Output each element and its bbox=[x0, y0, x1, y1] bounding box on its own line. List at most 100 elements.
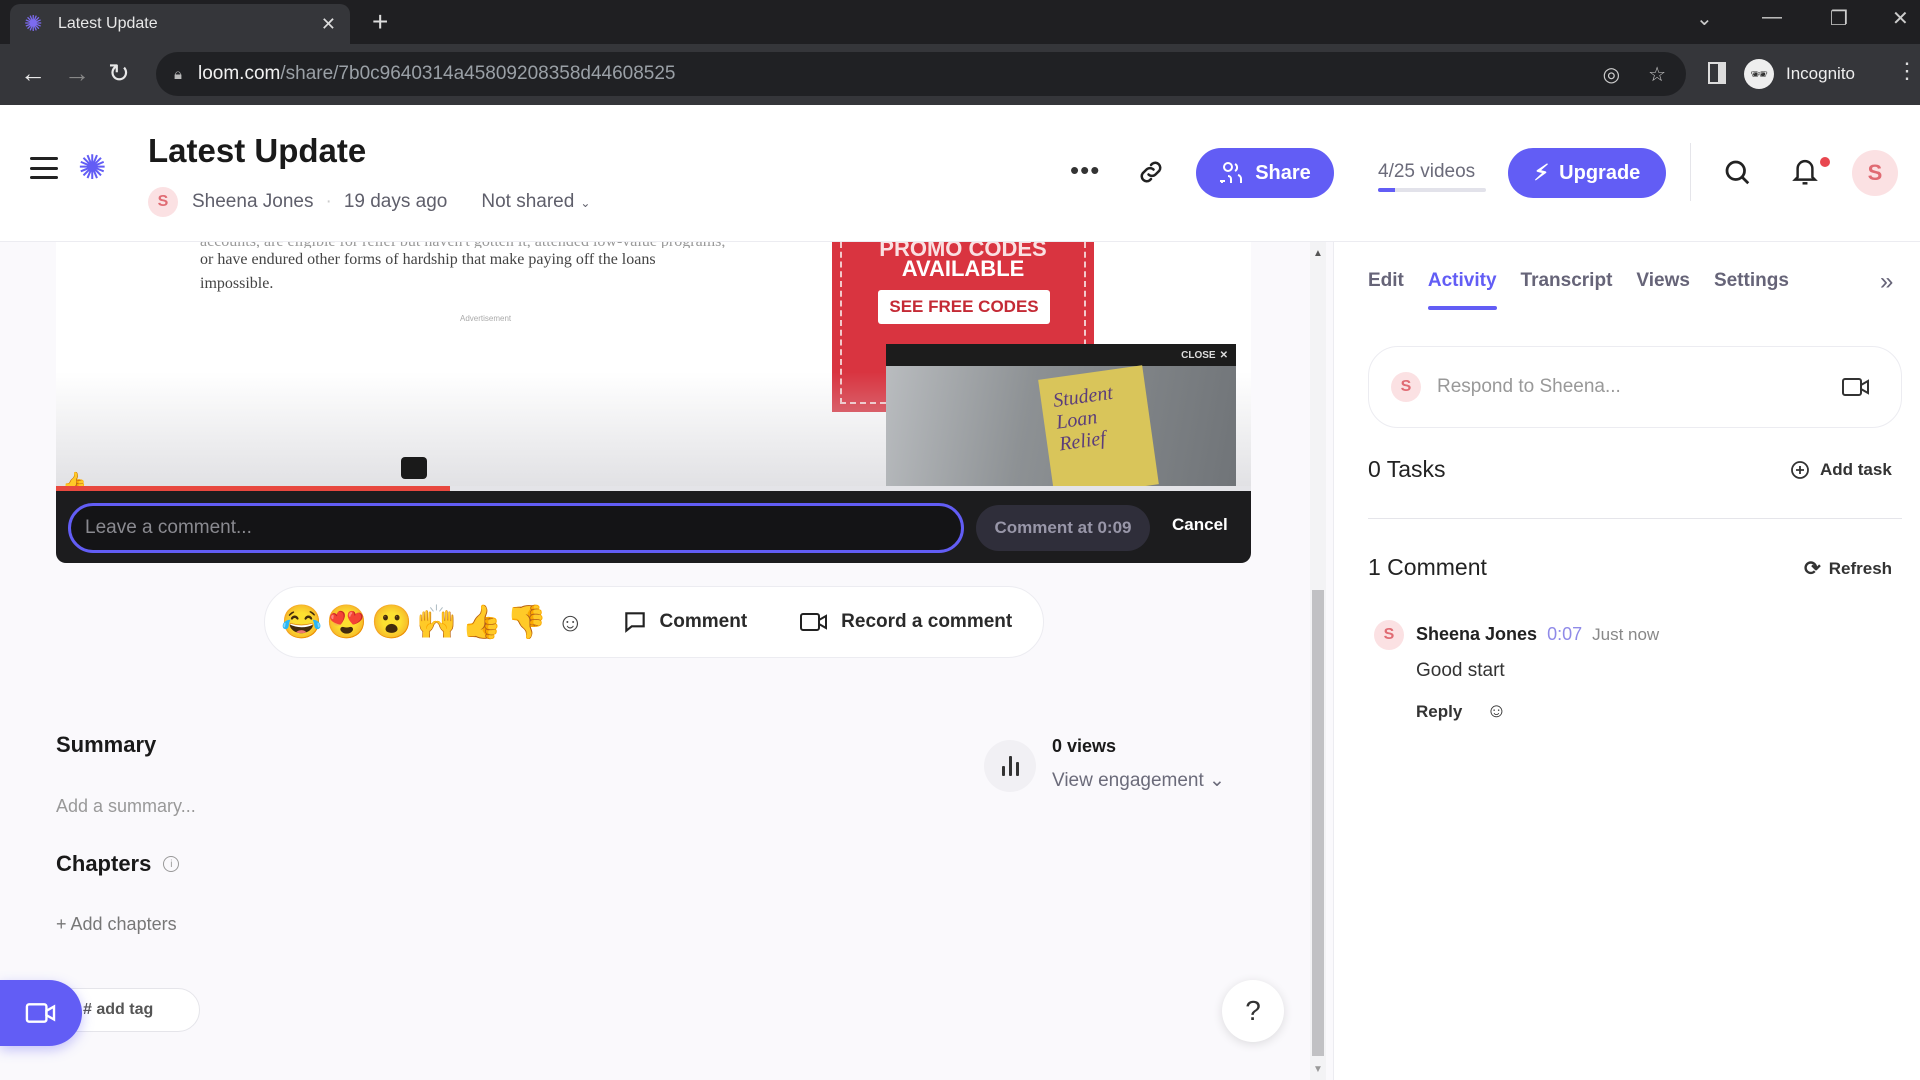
incognito-indicator[interactable]: 🕶︎ Incognito bbox=[1744, 53, 1855, 95]
activity-panel: Edit Activity Transcript Views Settings … bbox=[1334, 242, 1920, 1080]
forward-button[interactable]: → bbox=[64, 56, 90, 90]
notification-bell-icon[interactable] bbox=[1790, 155, 1820, 187]
comment-at-time-button[interactable]: Comment at 0:09 bbox=[976, 505, 1150, 551]
tab-views[interactable]: Views bbox=[1636, 270, 1690, 310]
lightning-icon: ⚡︎ bbox=[1533, 160, 1550, 185]
close-icon: ✕ bbox=[1219, 349, 1228, 361]
video-frame-article: accounts, are eligible for relief but ha… bbox=[200, 242, 800, 296]
user-avatar[interactable]: S bbox=[1852, 150, 1898, 196]
video-camera-icon[interactable] bbox=[1841, 375, 1871, 399]
loom-logo-icon[interactable]: ✺ bbox=[78, 151, 107, 185]
video-quota[interactable]: 4/25 videos bbox=[1378, 161, 1475, 183]
tab-activity[interactable]: Activity bbox=[1427, 270, 1497, 310]
scroll-up-arrow-icon[interactable]: ▲ bbox=[1313, 248, 1323, 259]
advertisement-label: Advertisement bbox=[460, 314, 512, 323]
eye-off-icon[interactable]: ◎ bbox=[1603, 62, 1620, 87]
minimize-window-button[interactable]: — bbox=[1762, 6, 1782, 29]
comment-timestamp-link[interactable]: 0:07 bbox=[1547, 624, 1582, 644]
add-task-button[interactable]: Add task bbox=[1790, 460, 1892, 480]
summary-input[interactable]: Add a summary... bbox=[56, 796, 196, 817]
search-icon[interactable] bbox=[1722, 157, 1752, 187]
record-comment-button[interactable]: Record a comment bbox=[799, 610, 1012, 634]
help-button[interactable]: ? bbox=[1222, 980, 1284, 1042]
copy-link-icon[interactable] bbox=[1136, 157, 1166, 187]
reaction-bar: 😂 😍 😮 🙌 👍 👎 ☺︎ Comment Record a comment bbox=[264, 586, 1044, 658]
record-video-fab[interactable] bbox=[0, 980, 82, 1046]
reply-button[interactable]: Reply bbox=[1416, 702, 1462, 722]
chevron-down-icon: ⌄ bbox=[580, 196, 591, 210]
close-window-button[interactable]: ✕ bbox=[1892, 6, 1909, 31]
add-reaction-icon[interactable]: ☺︎ bbox=[557, 607, 584, 638]
article-line: or have endured other forms of hardship … bbox=[200, 251, 656, 268]
comments-heading: 1 Comment bbox=[1368, 554, 1487, 580]
comment-header: Sheena Jones 0:07 Just now bbox=[1416, 624, 1659, 645]
comment-time: Just now bbox=[1592, 625, 1660, 644]
tab-edit[interactable]: Edit bbox=[1368, 270, 1404, 310]
promo-button: SEE FREE CODES bbox=[878, 290, 1050, 324]
protest-sign: Student Loan Relief bbox=[1038, 365, 1159, 499]
emoji-thumbs-down-button[interactable]: 👎 bbox=[504, 603, 549, 642]
respond-input[interactable] bbox=[1437, 376, 1817, 398]
comment-marker-icon[interactable] bbox=[401, 457, 427, 479]
plus-circle-icon bbox=[1791, 461, 1809, 479]
tab-settings[interactable]: Settings bbox=[1714, 270, 1789, 310]
view-engagement-dropdown[interactable]: View engagement ⌄ bbox=[1052, 769, 1225, 792]
comment-bar: Comment at 0:09 Cancel bbox=[56, 491, 1251, 563]
new-tab-button[interactable]: + bbox=[372, 6, 388, 38]
browser-tab[interactable]: ✺ Latest Update ✕ bbox=[10, 4, 350, 44]
scroll-down-arrow-icon[interactable]: ▼ bbox=[1313, 1064, 1323, 1075]
restore-window-button[interactable]: ❐ bbox=[1830, 6, 1848, 31]
video-age: 19 days ago bbox=[343, 191, 448, 212]
more-options-button[interactable]: ••• bbox=[1070, 157, 1100, 183]
back-button[interactable]: ← bbox=[20, 56, 46, 90]
menu-icon[interactable] bbox=[30, 157, 58, 179]
author-avatar: S bbox=[148, 187, 178, 217]
collapse-panel-icon[interactable]: » bbox=[1880, 268, 1893, 296]
notification-dot bbox=[1820, 157, 1830, 167]
video-player[interactable]: accounts, are eligible for relief but ha… bbox=[56, 242, 1251, 563]
scrollbar-thumb[interactable] bbox=[1312, 590, 1324, 1056]
tab-search-icon[interactable]: ⌄ bbox=[1696, 6, 1713, 31]
close-tab-icon[interactable]: ✕ bbox=[321, 14, 336, 35]
video-camera-icon bbox=[25, 1003, 56, 1023]
main-content: accounts, are eligible for relief but ha… bbox=[0, 242, 1310, 1080]
add-task-label: Add task bbox=[1820, 460, 1892, 479]
emoji-surprised-button[interactable]: 😮 bbox=[369, 603, 414, 642]
cancel-button[interactable]: Cancel bbox=[1172, 515, 1228, 535]
address-bar[interactable]: 🔒︎ loom.com/share/7b0c9640314a4580920835… bbox=[156, 52, 1686, 96]
author-name[interactable]: Sheena Jones bbox=[192, 191, 314, 213]
views-chart-icon bbox=[984, 740, 1036, 792]
reload-button[interactable]: ↻ bbox=[108, 56, 130, 90]
info-icon[interactable]: i bbox=[163, 856, 180, 872]
refresh-label: Refresh bbox=[1828, 558, 1893, 578]
record-comment-label: Record a comment bbox=[841, 611, 1013, 632]
tab-transcript[interactable]: Transcript bbox=[1521, 270, 1613, 310]
page-title[interactable]: Latest Update bbox=[148, 132, 366, 170]
url-path: /share/7b0c9640314a45809208358d44608525 bbox=[280, 63, 676, 84]
share-button[interactable]: Share bbox=[1196, 148, 1334, 198]
emoji-raised-hands-button[interactable]: 🙌 bbox=[414, 603, 459, 642]
add-reaction-icon[interactable]: ☺︎ bbox=[1486, 700, 1506, 723]
main-scrollbar[interactable]: ▲ ▼ bbox=[1310, 242, 1326, 1080]
emoji-thumbs-up-button[interactable]: 👍 bbox=[459, 603, 504, 642]
sharing-status-dropdown[interactable]: Not shared ⌄ bbox=[481, 191, 590, 213]
side-panel-icon[interactable] bbox=[1708, 62, 1726, 84]
comment-author: Sheena Jones bbox=[1416, 624, 1538, 644]
emoji-laugh-button[interactable]: 😂 bbox=[279, 603, 324, 642]
browser-toolbar: ← → ↻ 🔒︎ loom.com/share/7b0c9640314a4580… bbox=[0, 44, 1920, 105]
emoji-heart-eyes-button[interactable]: 😍 bbox=[324, 603, 369, 642]
comment-input[interactable] bbox=[68, 503, 964, 553]
chapters-heading-label: Chapters bbox=[56, 851, 152, 876]
browser-menu-icon[interactable]: ⋮ bbox=[1896, 58, 1918, 84]
respond-box[interactable]: S bbox=[1368, 346, 1902, 428]
comment-button[interactable]: Comment bbox=[622, 609, 747, 635]
chevron-down-icon: ⌄ bbox=[1209, 770, 1225, 791]
video-meta: S Sheena Jones · 19 days ago Not shared ⌄ bbox=[148, 187, 590, 217]
people-icon bbox=[1220, 162, 1243, 183]
upgrade-button[interactable]: ⚡︎ Upgrade bbox=[1508, 148, 1666, 198]
bookmark-star-icon[interactable]: ☆ bbox=[1648, 62, 1666, 87]
add-chapters-button[interactable]: + Add chapters bbox=[56, 914, 177, 935]
view-engagement-label: View engagement bbox=[1052, 770, 1204, 791]
refresh-button[interactable]: ⟳ Refresh bbox=[1804, 556, 1892, 581]
loom-favicon-icon: ✺ bbox=[24, 11, 43, 36]
